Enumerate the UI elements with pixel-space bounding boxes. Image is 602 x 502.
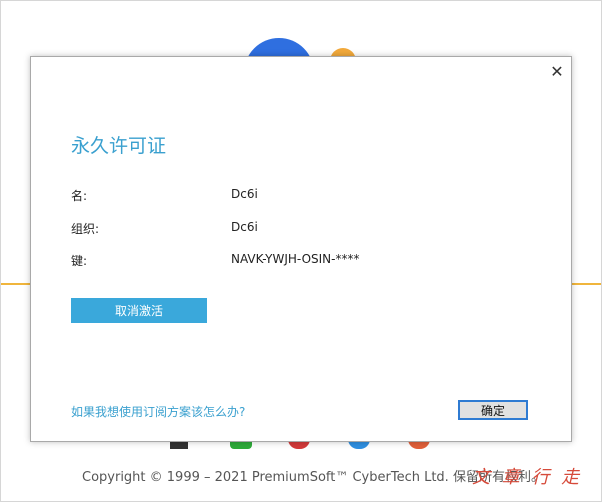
name-value: Dc6i [231, 187, 258, 201]
deactivate-button[interactable]: 取消激活 [71, 298, 207, 323]
key-label: 键: [71, 254, 88, 268]
watermark: 文 章 行 走 [472, 467, 583, 488]
ok-button[interactable]: 确定 [458, 400, 528, 420]
license-dialog: ✕ 永久许可证 名: Dc6i 组织: Dc6i 键: NAVK-YWJH-OS… [30, 56, 572, 442]
info-row-key: 键: NAVK-YWJH-OSIN-**** [71, 252, 531, 268]
organization-label: 组织: [71, 222, 100, 236]
close-icon[interactable]: ✕ [547, 61, 567, 81]
info-row-organization: 组织: Dc6i [71, 220, 531, 236]
subscription-link[interactable]: 如果我想使用订阅方案该怎么办? [71, 403, 245, 420]
name-label: 名: [71, 189, 88, 203]
dialog-title: 永久许可证 [71, 135, 167, 157]
key-value: NAVK-YWJH-OSIN-**** [231, 252, 360, 266]
info-row-name: 名: Dc6i [71, 187, 531, 203]
organization-value: Dc6i [231, 220, 258, 234]
screen: Copyright © 1999 – 2021 PremiumSoft™ Cyb… [0, 0, 602, 502]
